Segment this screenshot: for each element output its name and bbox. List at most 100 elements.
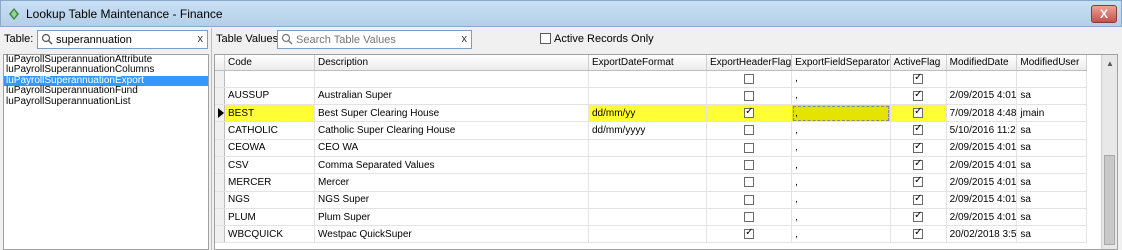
grid-cell[interactable]: BEST xyxy=(224,104,315,123)
table-row[interactable]: MERCERMercer, 2/09/2015 4:01sa xyxy=(215,173,1088,192)
table-row[interactable]: BESTBest Super Clearing Housedd/mm/yy, 7/… xyxy=(215,104,1088,123)
grid-cell[interactable] xyxy=(1016,70,1088,88)
grid-cell[interactable] xyxy=(314,70,589,88)
export-header-flag-checkbox[interactable] xyxy=(744,227,755,240)
grid-cell[interactable]: dd/mm/yy xyxy=(588,104,707,123)
grid-cell[interactable]: sa xyxy=(1016,87,1088,106)
export-header-flag-checkbox[interactable] xyxy=(744,73,755,84)
grid-cell[interactable]: AUSSUP xyxy=(224,87,315,106)
grid-cell[interactable]: 2/09/2015 4:01 xyxy=(946,173,1018,192)
grid-cell[interactable]: MERCER xyxy=(224,173,315,192)
grid-cell[interactable]: , xyxy=(791,70,891,88)
grid-cell[interactable]: 2/09/2015 4:01 xyxy=(946,87,1018,106)
table-search-input[interactable]: superannuation x xyxy=(37,30,208,49)
active-flag-checkbox[interactable] xyxy=(913,89,924,101)
grid-cell[interactable]: , xyxy=(791,191,891,209)
export-header-flag-checkbox[interactable] xyxy=(744,211,755,222)
grid-cell[interactable]: , xyxy=(791,139,891,157)
grid-cell[interactable]: , xyxy=(791,104,891,123)
active-flag-checkbox[interactable] xyxy=(913,141,924,153)
export-header-flag-checkbox[interactable] xyxy=(744,106,755,119)
grid-cell[interactable]: 2/09/2015 4:01 xyxy=(946,156,1018,175)
column-header[interactable]: ActiveFlag xyxy=(890,55,947,71)
grid-cell[interactable]: 5/10/2016 11:2 xyxy=(946,121,1018,140)
grid-cell[interactable]: CEO WA xyxy=(314,139,589,157)
row-indicator[interactable] xyxy=(215,70,225,88)
export-header-flag-checkbox[interactable] xyxy=(744,177,755,188)
grid-cell[interactable]: CATHOLIC xyxy=(224,121,315,140)
grid-cell[interactable]: sa xyxy=(1016,173,1088,192)
column-header[interactable]: ExportHeaderFlag xyxy=(706,55,793,71)
vertical-scrollbar[interactable]: ▲ xyxy=(1101,55,1117,249)
grid-cell[interactable] xyxy=(588,70,707,88)
grid-cell[interactable]: sa xyxy=(1016,208,1088,227)
table-row[interactable]: CEOWACEO WA, 2/09/2015 4:01sa xyxy=(215,139,1088,157)
row-indicator[interactable] xyxy=(215,87,225,106)
panel-splitter[interactable] xyxy=(211,28,212,250)
grid-cell[interactable]: 2/09/2015 4:01 xyxy=(946,139,1018,157)
grid-cell[interactable]: sa xyxy=(1016,156,1088,175)
grid-cell[interactable]: , xyxy=(791,208,891,227)
grid-cell[interactable]: , xyxy=(791,173,891,192)
table-row[interactable]: CSVComma Separated Values, 2/09/2015 4:01… xyxy=(215,156,1088,175)
grid-cell[interactable] xyxy=(224,70,315,88)
table-list[interactable]: luPayrollSuperannuationAttribute luPayrol… xyxy=(3,54,209,250)
grid-cell[interactable] xyxy=(588,87,707,106)
grid-cell[interactable]: 2/09/2015 4:01 xyxy=(946,191,1018,209)
grid-cell[interactable]: NGS xyxy=(224,191,315,209)
grid-cell[interactable]: , xyxy=(791,225,891,244)
export-header-flag-checkbox[interactable] xyxy=(744,142,755,153)
export-header-flag-checkbox[interactable] xyxy=(744,159,755,170)
grid-cell[interactable]: , xyxy=(791,156,891,175)
clear-icon[interactable]: x xyxy=(198,33,204,45)
column-header[interactable]: Description xyxy=(314,55,589,71)
row-indicator[interactable] xyxy=(215,225,225,244)
grid-cell[interactable]: 7/09/2018 4:48 xyxy=(946,104,1018,123)
row-indicator[interactable] xyxy=(215,208,225,227)
grid-cell[interactable]: sa xyxy=(1016,121,1088,140)
active-flag-checkbox[interactable] xyxy=(913,193,924,205)
grid-cell[interactable]: Comma Separated Values xyxy=(314,156,589,175)
active-flag-checkbox[interactable] xyxy=(913,123,924,136)
grid-cell[interactable] xyxy=(588,208,707,227)
close-button[interactable]: X xyxy=(1091,5,1117,23)
grid-cell[interactable]: 2/09/2015 4:01 xyxy=(946,208,1018,227)
grid-cell[interactable]: Best Super Clearing House xyxy=(314,104,589,123)
grid-cell[interactable]: 20/02/2018 3:5 xyxy=(946,225,1018,244)
active-flag-checkbox[interactable] xyxy=(913,158,924,170)
active-flag-checkbox[interactable] xyxy=(913,175,924,188)
column-header[interactable]: ExportFieldSeparator xyxy=(791,55,891,71)
grid-cell[interactable]: jmain xyxy=(1016,104,1088,123)
row-indicator[interactable] xyxy=(215,104,225,123)
scroll-up-icon[interactable]: ▲ xyxy=(1106,59,1114,68)
values-search-input[interactable]: Search Table Values x xyxy=(277,30,472,49)
grid-cell[interactable]: PLUM xyxy=(224,208,315,227)
grid-cell[interactable]: Mercer xyxy=(314,173,589,192)
active-flag-checkbox[interactable] xyxy=(913,72,924,84)
grid-cell[interactable]: dd/mm/yyyy xyxy=(588,121,707,140)
grid-cell[interactable]: WBCQUICK xyxy=(224,225,315,244)
grid-cell[interactable]: CSV xyxy=(224,156,315,175)
grid-cell[interactable] xyxy=(946,70,1018,88)
grid-cell[interactable]: Westpac QuickSuper xyxy=(314,225,589,244)
table-row[interactable]: WBCQUICKWestpac QuickSuper, 20/02/2018 3:… xyxy=(215,225,1088,244)
grid-cell[interactable] xyxy=(588,173,707,192)
grid-cell[interactable]: NGS Super xyxy=(314,191,589,209)
row-indicator[interactable] xyxy=(215,139,225,157)
grid-cell[interactable]: sa xyxy=(1016,139,1088,157)
table-row[interactable]: AUSSUPAustralian Super, 2/09/2015 4:01sa xyxy=(215,87,1088,106)
row-indicator[interactable] xyxy=(215,191,225,209)
column-header[interactable]: ExportDateFormat xyxy=(588,55,707,71)
table-list-item[interactable]: luPayrollSuperannuationList xyxy=(4,96,208,107)
clear-icon[interactable]: x xyxy=(462,33,468,45)
column-header[interactable]: ModifiedDate xyxy=(946,55,1018,71)
grid-cell[interactable] xyxy=(588,191,707,209)
column-header[interactable]: Code xyxy=(224,55,315,71)
grid-cell[interactable] xyxy=(588,139,707,157)
active-records-checkbox[interactable] xyxy=(540,33,551,44)
table-row[interactable]: , xyxy=(215,70,1088,88)
grid-cell[interactable]: , xyxy=(791,121,891,140)
export-header-flag-checkbox[interactable] xyxy=(744,125,755,136)
scrollbar-thumb[interactable] xyxy=(1104,155,1115,245)
export-header-flag-checkbox[interactable] xyxy=(744,90,755,101)
